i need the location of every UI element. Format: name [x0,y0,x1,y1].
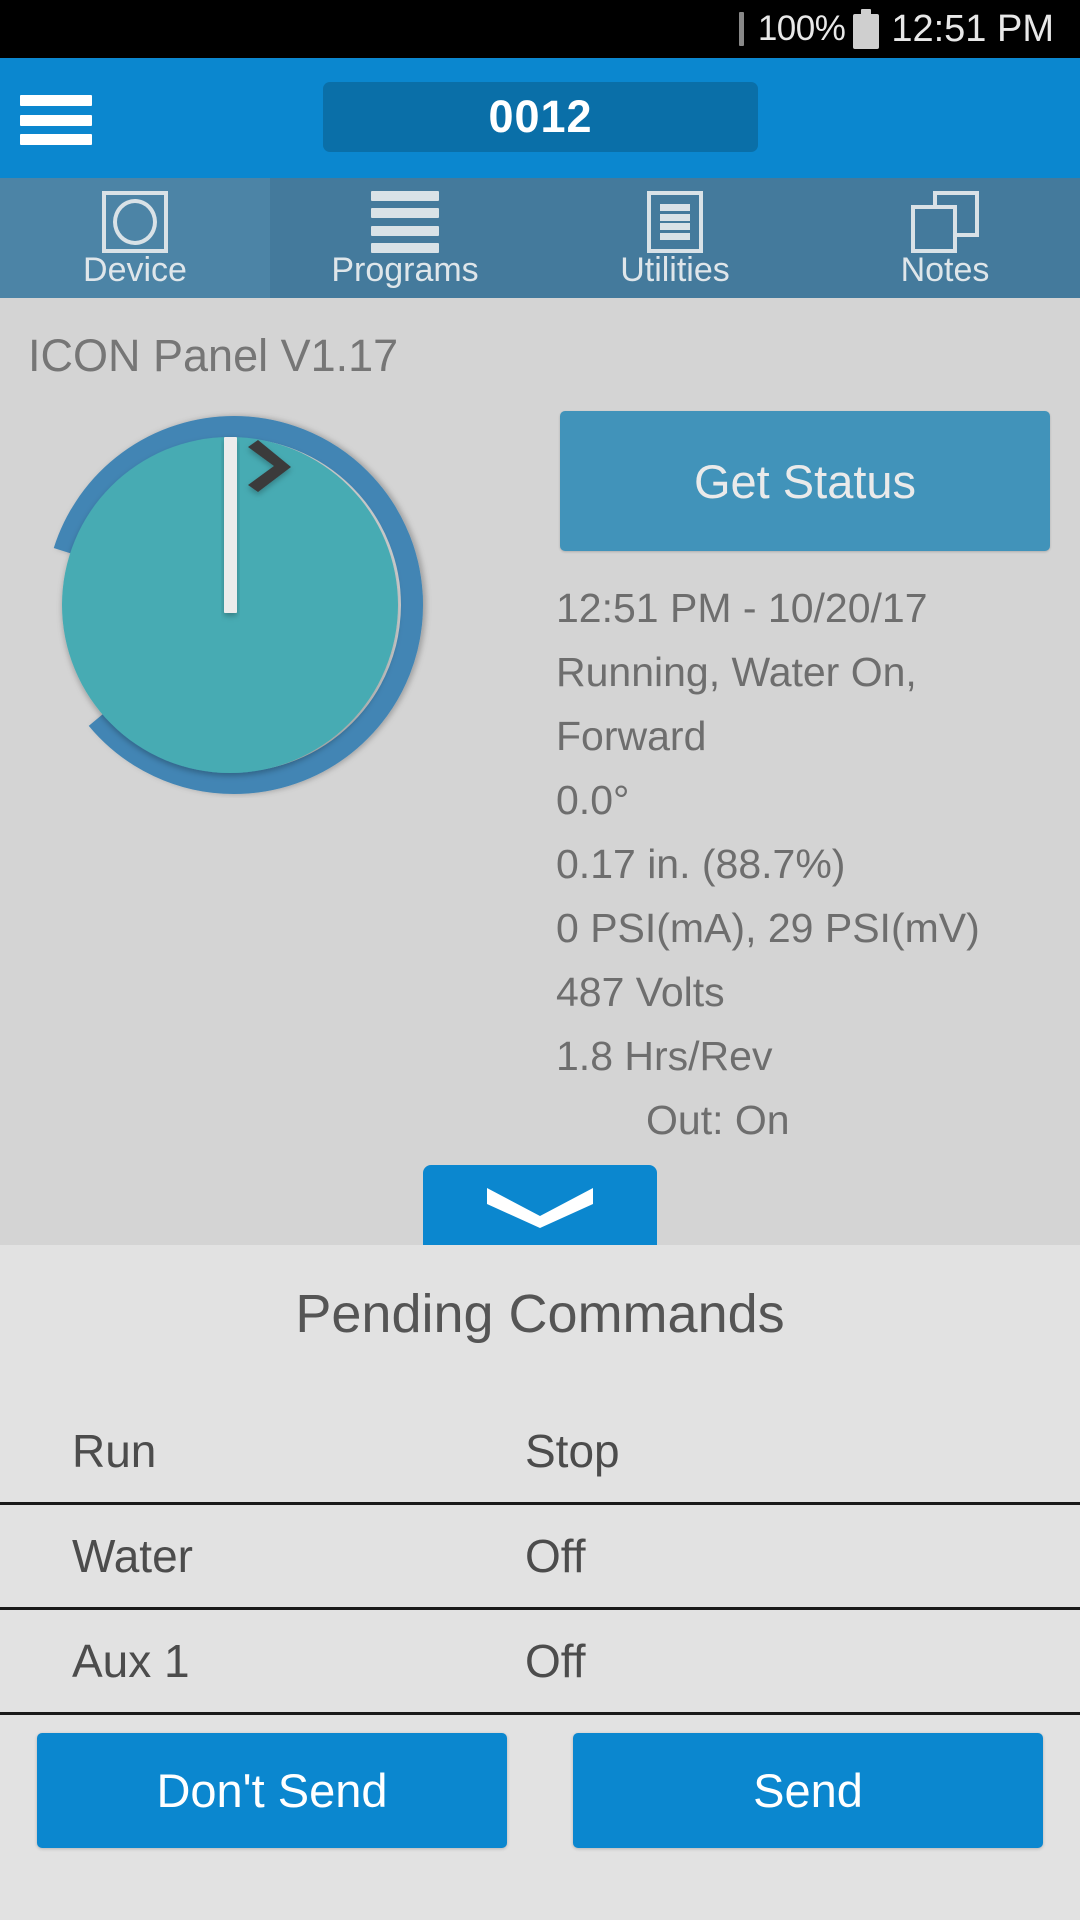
pending-commands-actions: Don't Send Send [0,1733,1080,1848]
device-id-label: 0012 [488,91,593,142]
battery-percent-label: 100% [757,9,846,48]
command-value: Off [525,1635,586,1687]
device-circle-icon [102,191,168,253]
tab-programs[interactable]: Programs [270,178,540,298]
system-clock-label: 12:51 PM [891,7,1054,50]
command-name: Aux 1 [72,1635,190,1687]
pivot-position-gauge[interactable] [38,403,438,798]
tab-device[interactable]: Device [0,178,270,298]
tab-programs-label: Programs [331,251,479,289]
battery-full-icon [853,9,880,49]
app-screen: 100% 12:51 PM 0012 Device Programs Utili… [0,0,1080,1920]
chevron-down-icon[interactable] [423,1165,657,1245]
command-name: Run [72,1425,157,1477]
table-row[interactable]: Water Off [0,1505,1080,1610]
get-status-label: Get Status [693,454,917,508]
device-content-panel: ICON Panel V1.17 Get Status 12:51 PM - 1… [0,298,1080,1245]
get-status-button[interactable]: Get Status [560,411,1050,551]
device-id-pill[interactable]: 0012 [323,82,758,152]
dont-send-button[interactable]: Don't Send [37,1733,507,1848]
page-title: ICON Panel V1.17 [28,330,399,381]
send-button[interactable]: Send [573,1733,1043,1848]
hamburger-menu-icon[interactable] [20,92,92,148]
command-value: Off [525,1530,586,1582]
tab-notes[interactable]: Notes [810,178,1080,298]
pending-commands-title: Pending Commands [295,1284,785,1344]
send-label: Send [753,1764,863,1817]
tab-bar: Device Programs Utilities Notes [0,178,1080,298]
dont-send-label: Don't Send [156,1764,388,1817]
status-line: 487 Volts [556,969,725,1015]
pending-commands-panel: Pending Commands Run Stop Water Off Aux … [0,1245,1080,1920]
table-row[interactable]: Run Stop [0,1400,1080,1505]
copy-pages-icon [911,191,979,253]
status-divider-icon [738,12,744,46]
status-line: 0 PSI(mA), 29 PSI(mV) [556,905,980,951]
system-status-bar: 100% 12:51 PM [0,0,1080,58]
tab-device-label: Device [83,251,187,289]
tab-utilities-label: Utilities [620,251,730,289]
pending-commands-list: Run Stop Water Off Aux 1 Off [0,1400,1080,1715]
status-readout: 12:51 PM - 10/20/17 Running, Water On, F… [556,576,1076,1152]
command-value: Stop [525,1425,620,1477]
status-line: 0.17 in. (88.7%) [556,841,846,887]
document-lines-icon [647,191,703,253]
app-bar: 0012 [0,58,1080,178]
status-line: Out: On [646,1097,790,1143]
tab-utilities[interactable]: Utilities [540,178,810,298]
status-line: Running, Water On, [556,649,917,695]
list-lines-icon [371,191,439,253]
status-line: Forward [556,713,707,759]
status-line: 1.8 Hrs/Rev [556,1033,773,1079]
command-name: Water [72,1530,193,1582]
status-line: 12:51 PM - 10/20/17 [556,585,928,631]
status-line: 0.0° [556,777,630,823]
tab-notes-label: Notes [900,251,990,289]
table-row[interactable]: Aux 1 Off [0,1610,1080,1715]
